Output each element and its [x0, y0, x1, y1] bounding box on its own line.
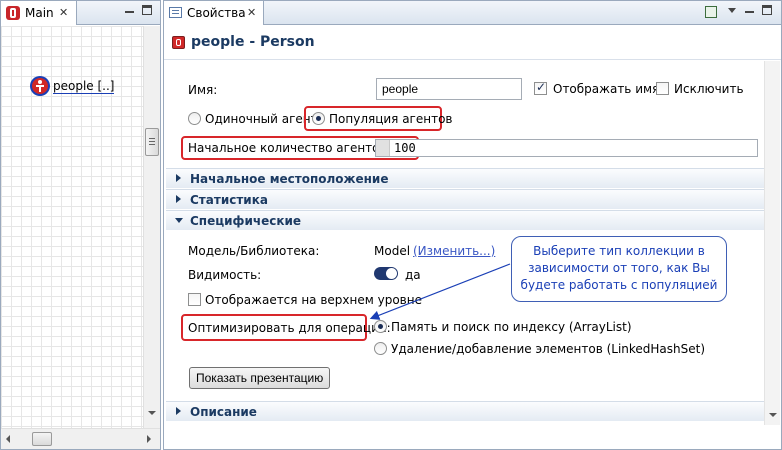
scroll-right-icon[interactable] [147, 435, 151, 443]
minimize-icon[interactable] [125, 11, 134, 13]
close-icon[interactable]: ✕ [247, 6, 256, 19]
close-icon[interactable]: ✕ [59, 6, 68, 19]
section-statistics-title: Статистика [190, 193, 268, 207]
section-initial-location-title: Начальное местоположение [190, 172, 389, 186]
show-name-checkbox[interactable]: ✓ [534, 80, 547, 95]
visibility-label: Видимость: [188, 268, 262, 282]
properties-pane: Свойства ✕ people - Person Имя: ✓ Отобра… [163, 0, 782, 450]
initial-count-value[interactable]: 100 [394, 141, 416, 155]
right-tab-bar: Свойства ✕ [164, 1, 781, 25]
tab-main-label: Main [25, 6, 54, 20]
model-library-label: Модель/Библиотека: [188, 244, 320, 258]
population-radio[interactable] [312, 112, 325, 125]
initial-count-label: Начальное количество агентов: [188, 141, 391, 155]
scroll-down-icon[interactable] [769, 413, 777, 417]
tab-main[interactable]: Main ✕ [1, 1, 77, 25]
callout-line-1: Выберите тип коллекции в [533, 244, 705, 258]
collapse-icon [175, 218, 183, 223]
person-agent-icon[interactable] [30, 76, 50, 96]
code-mode-toggle[interactable] [376, 140, 390, 156]
section-initial-location[interactable]: Начальное местоположение [166, 168, 780, 188]
properties-header: people - Person [164, 26, 781, 60]
linkedhashset-radio[interactable] [374, 342, 387, 355]
section-description-title: Описание [190, 405, 257, 419]
scrollbar-thumb[interactable] [145, 128, 159, 156]
agent-type-icon [172, 36, 185, 49]
single-agent-radio[interactable] [188, 112, 201, 125]
on-top-checkbox[interactable] [188, 293, 201, 306]
agent-population-label[interactable]: people [..] [53, 79, 115, 94]
callout-line-3: будете работать с популяцией [520, 278, 718, 292]
name-label: Имя: [188, 83, 218, 97]
single-agent-label: Одиночный агент [205, 112, 318, 126]
maximize-icon[interactable] [142, 5, 152, 15]
callout-line-2: зависимости от того, как Вы [528, 261, 710, 275]
pin-icon[interactable] [705, 6, 717, 18]
page-title: people - Person [191, 34, 315, 50]
right-vertical-scrollbar[interactable] [764, 61, 780, 425]
section-description[interactable]: Описание [166, 401, 780, 421]
minimize-icon[interactable] [745, 11, 754, 13]
section-statistics[interactable]: Статистика [166, 189, 780, 209]
scroll-down-icon[interactable] [148, 411, 156, 415]
tab-properties-label: Свойства [187, 6, 246, 20]
callout-arrow [369, 263, 511, 320]
main-editor-pane: Main ✕ people [..] [0, 0, 161, 450]
tab-properties[interactable]: Свойства ✕ [164, 1, 264, 25]
agent-icon [6, 6, 20, 20]
horizontal-scrollbar-thumb[interactable] [32, 432, 52, 446]
show-name-label: Отображать имя [553, 82, 660, 96]
model-value: Model [374, 244, 411, 258]
linkedhashset-label: Удаление/добавление элементов (LinkedHas… [391, 342, 706, 356]
expand-icon [176, 195, 181, 203]
initial-count-field[interactable]: 100 [375, 139, 758, 157]
expand-icon [176, 174, 181, 182]
properties-icon [169, 7, 182, 18]
hint-callout: Выберите тип коллекции в зависимости от … [511, 236, 727, 302]
section-specific[interactable]: Специфические [166, 210, 780, 230]
left-vertical-scrollbar[interactable] [143, 26, 160, 428]
exclude-label: Исключить [674, 82, 744, 96]
view-menu-icon[interactable] [728, 8, 736, 13]
left-tab-bar: Main ✕ [1, 1, 160, 25]
population-label: Популяция агентов [329, 112, 453, 126]
exclude-checkbox[interactable] [656, 82, 669, 95]
graphical-editor-canvas[interactable]: people [..] [1, 26, 143, 428]
left-horizontal-scrollbar[interactable] [1, 428, 160, 449]
maximize-icon[interactable] [762, 5, 772, 15]
change-model-link[interactable]: (Изменить...) [413, 244, 495, 258]
show-presentation-button[interactable]: Показать презентацию [189, 367, 331, 389]
scroll-left-icon[interactable] [6, 435, 10, 443]
section-specific-title: Специфические [190, 214, 302, 228]
name-input[interactable] [376, 78, 522, 100]
expand-icon [176, 407, 181, 415]
